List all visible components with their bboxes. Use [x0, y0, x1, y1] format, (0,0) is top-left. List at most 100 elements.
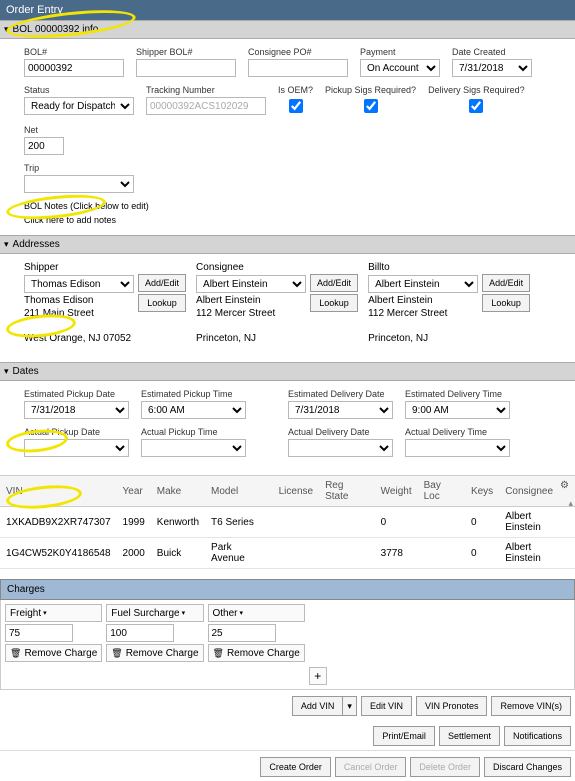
settlement-button[interactable]: Settlement: [439, 726, 500, 746]
edit-vin-button[interactable]: Edit VIN: [361, 696, 412, 716]
remove-charge-button[interactable]: 🗑Remove Charge: [106, 644, 203, 662]
date-created-select[interactable]: 7/31/2018: [452, 59, 532, 77]
table-row[interactable]: 1XKADB9X2XR7473071999KenworthT6 Series00…: [0, 507, 575, 538]
charge-name-select[interactable]: Fuel Surcharge▾: [106, 604, 203, 622]
bol-num-input[interactable]: [24, 59, 124, 77]
act-delivery-date-label: Actual Delivery Date: [288, 427, 393, 437]
section-addresses[interactable]: ▾ Addresses: [0, 235, 575, 254]
billto-city: Princeton, NJ: [368, 333, 478, 344]
col-bayloc[interactable]: Bay Loc: [418, 476, 465, 507]
status-select[interactable]: Ready for Dispatch: [24, 97, 134, 115]
cell-consignee: Albert Einstein: [499, 538, 575, 569]
col-year[interactable]: Year: [117, 476, 151, 507]
payment-select[interactable]: On Account: [360, 59, 440, 77]
status-label: Status: [24, 85, 134, 95]
billto-add-edit-button[interactable]: Add/Edit: [482, 274, 530, 292]
section-bol-label: BOL 00000392 info: [13, 24, 99, 35]
is-oem-checkbox[interactable]: [289, 99, 303, 113]
cell-year: 2000: [117, 538, 151, 569]
tracking-label: Tracking Number: [146, 85, 266, 95]
billto-select[interactable]: Albert Einstein: [368, 275, 478, 293]
shipper-bol-input[interactable]: [136, 59, 236, 77]
add-charge-button[interactable]: +: [309, 667, 327, 685]
scroll-up-icon[interactable]: ▴: [568, 498, 573, 509]
vin-pronotes-button[interactable]: VIN Pronotes: [416, 696, 488, 716]
delivery-sigs-label: Delivery Sigs Required?: [428, 85, 525, 95]
est-delivery-time-select[interactable]: 9:00 AM: [405, 401, 510, 419]
charge-value-input[interactable]: [106, 624, 174, 642]
billto-lookup-button[interactable]: Lookup: [482, 294, 530, 312]
discard-changes-button[interactable]: Discard Changes: [484, 757, 571, 777]
section-addresses-label: Addresses: [13, 239, 60, 250]
trash-icon: 🗑: [10, 648, 21, 659]
remove-charge-button[interactable]: 🗑Remove Charge: [5, 644, 102, 662]
col-vin[interactable]: VIN: [0, 476, 117, 507]
is-oem-label: Is OEM?: [278, 85, 313, 95]
gear-icon[interactable]: ⚙: [560, 480, 569, 491]
consignee-street: 112 Mercer Street: [196, 308, 306, 319]
section-charges[interactable]: Charges: [0, 579, 575, 600]
consignee-col-label: Consignee: [196, 262, 306, 273]
cell-regstate: [319, 507, 375, 538]
section-bol-info[interactable]: ▾ BOL 00000392 info: [0, 20, 575, 39]
charge-value-input[interactable]: [208, 624, 276, 642]
est-delivery-date-select[interactable]: 7/31/2018: [288, 401, 393, 419]
print-email-button[interactable]: Print/Email: [373, 726, 435, 746]
col-license[interactable]: License: [273, 476, 319, 507]
cancel-order-button[interactable]: Cancel Order: [335, 757, 407, 777]
caret-down-icon: ▾: [4, 24, 9, 35]
charge-name-select[interactable]: Freight▾: [5, 604, 102, 622]
date-created-label: Date Created: [452, 47, 532, 57]
consignee-select[interactable]: Albert Einstein: [196, 275, 306, 293]
est-pickup-date-select[interactable]: 7/31/2018: [24, 401, 129, 419]
act-pickup-date-label: Actual Pickup Date: [24, 427, 129, 437]
act-pickup-time-select[interactable]: [141, 439, 246, 457]
caret-down-icon: ▾: [4, 366, 9, 377]
shipper-street: 211 Main Street: [24, 308, 134, 319]
cell-weight: 0: [375, 507, 418, 538]
add-vin-button[interactable]: Add VIN: [292, 696, 344, 716]
act-pickup-date-select[interactable]: [24, 439, 129, 457]
consignee-lookup-button[interactable]: Lookup: [310, 294, 358, 312]
col-regstate[interactable]: Reg State: [319, 476, 375, 507]
create-order-button[interactable]: Create Order: [260, 757, 331, 777]
shipper-add-edit-button[interactable]: Add/Edit: [138, 274, 186, 292]
consignee-add-edit-button[interactable]: Add/Edit: [310, 274, 358, 292]
charge-value-input[interactable]: [5, 624, 73, 642]
remove-charge-button[interactable]: 🗑Remove Charge: [208, 644, 305, 662]
consignee-po-input[interactable]: [248, 59, 348, 77]
shipper-select[interactable]: Thomas Edison: [24, 275, 134, 293]
shipper-lookup-button[interactable]: Lookup: [138, 294, 186, 312]
tracking-input[interactable]: [146, 97, 266, 115]
bol-num-label: BOL#: [24, 47, 124, 57]
est-pickup-time-select[interactable]: 6:00 AM: [141, 401, 246, 419]
shipper-city: West Orange, NJ 07052: [24, 333, 134, 344]
table-row[interactable]: 1G4CW52K0Y41865482000BuickPark Avenue377…: [0, 538, 575, 569]
remove-vins-button[interactable]: Remove VIN(s): [491, 696, 571, 716]
notifications-button[interactable]: Notifications: [504, 726, 571, 746]
delivery-sigs-checkbox[interactable]: [469, 99, 483, 113]
caret-down-icon: ▾: [4, 239, 9, 250]
act-delivery-date-select[interactable]: [288, 439, 393, 457]
pickup-sigs-checkbox[interactable]: [364, 99, 378, 113]
delete-order-button[interactable]: Delete Order: [410, 757, 480, 777]
trip-select[interactable]: [24, 175, 134, 193]
add-vin-dropdown[interactable]: ▾: [343, 696, 357, 716]
cell-make: Kenworth: [151, 507, 205, 538]
net-input[interactable]: [24, 137, 64, 155]
cell-make: Buick: [151, 538, 205, 569]
col-make[interactable]: Make: [151, 476, 205, 507]
cell-keys: 0: [465, 507, 499, 538]
bol-notes-area[interactable]: Click here to add notes: [24, 215, 551, 225]
col-keys[interactable]: Keys: [465, 476, 499, 507]
act-delivery-time-select[interactable]: [405, 439, 510, 457]
charge-name-select[interactable]: Other▾: [208, 604, 305, 622]
col-model[interactable]: Model: [205, 476, 273, 507]
act-delivery-time-label: Actual Delivery Time: [405, 427, 510, 437]
cell-vin: 1XKADB9X2XR747307: [0, 507, 117, 538]
section-charges-label: Charges: [7, 584, 45, 595]
est-pickup-time-label: Estimated Pickup Time: [141, 389, 246, 399]
col-weight[interactable]: Weight: [375, 476, 418, 507]
section-dates[interactable]: ▾ Dates: [0, 362, 575, 381]
section-dates-label: Dates: [13, 366, 39, 377]
